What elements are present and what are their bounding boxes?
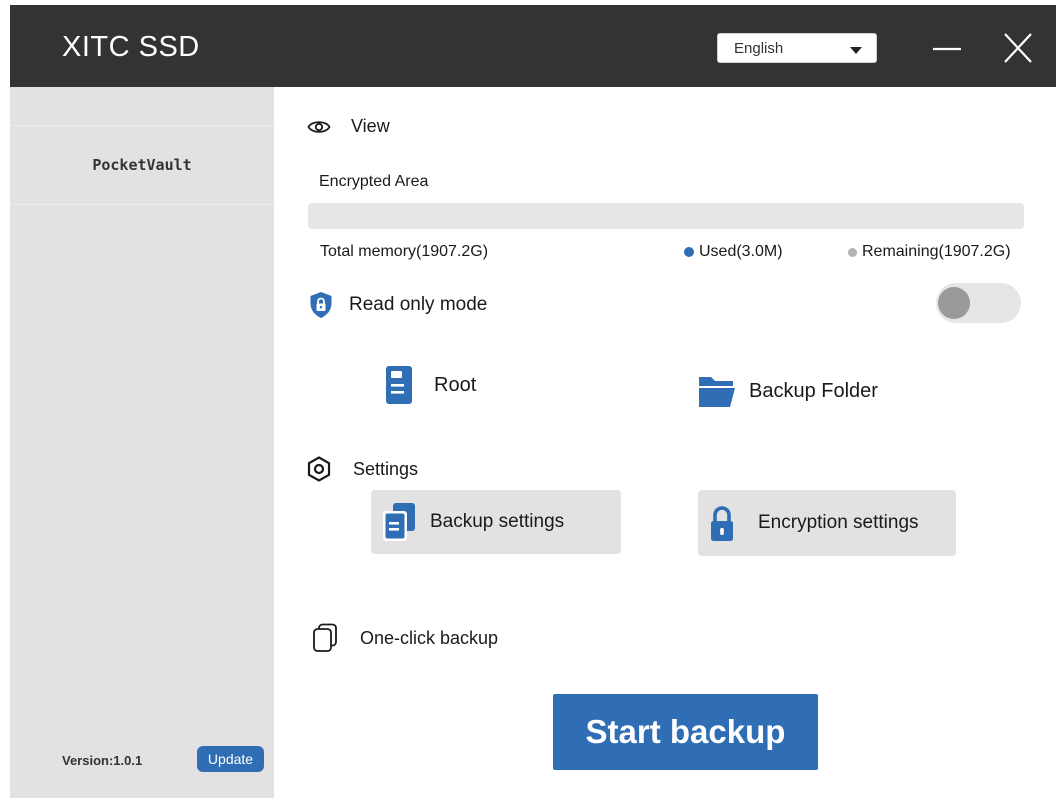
encryption-settings-button[interactable]: Encryption settings xyxy=(698,490,956,556)
remaining-label: Remaining(1907.2G) xyxy=(862,243,1011,260)
minimize-icon xyxy=(933,47,961,51)
folder-open-icon xyxy=(698,374,736,408)
one-click-backup-label: One-click backup xyxy=(360,627,499,648)
total-memory-label: Total memory(1907.2G) xyxy=(320,243,489,260)
backup-folder-label: Backup Folder xyxy=(749,379,878,402)
lock-icon xyxy=(710,504,734,542)
backup-settings-button[interactable]: Backup settings xyxy=(371,490,621,554)
read-only-label: Read only mode xyxy=(349,294,488,315)
backup-folder-link[interactable]: Backup Folder xyxy=(698,374,878,408)
storage-usage-bar xyxy=(308,203,1024,229)
start-backup-button[interactable]: Start backup xyxy=(553,694,818,770)
used-label: Used(3.0M) xyxy=(699,243,783,260)
sidebar: PocketVault Version:1.0.1 Update xyxy=(10,87,274,798)
eye-icon xyxy=(307,117,331,137)
read-only-toggle[interactable] xyxy=(936,283,1021,323)
settings-section-header: Settings xyxy=(307,456,418,482)
view-heading: View xyxy=(351,116,390,136)
encrypted-area-label: Encrypted Area xyxy=(319,173,429,190)
language-select[interactable]: English xyxy=(717,33,877,63)
shield-lock-icon xyxy=(309,291,333,319)
app-title: XITC SSD xyxy=(62,31,200,63)
view-section-header: View xyxy=(307,116,390,137)
root-link[interactable]: Root xyxy=(386,366,476,404)
close-icon xyxy=(1004,33,1032,63)
settings-heading: Settings xyxy=(353,458,419,479)
sidebar-divider xyxy=(10,204,274,205)
close-button[interactable] xyxy=(998,29,1038,69)
sidebar-divider xyxy=(10,125,274,126)
used-dot xyxy=(684,247,694,257)
root-label: Root xyxy=(434,373,477,396)
remaining-legend: Remaining(1907.2G) xyxy=(848,243,1011,261)
minimize-button[interactable] xyxy=(927,29,967,69)
update-button[interactable]: Update xyxy=(197,746,264,772)
remaining-dot xyxy=(848,247,857,257)
main-panel: View Encrypted Area Total memory(1907.2G… xyxy=(274,87,1056,798)
language-selected-value: English xyxy=(734,40,784,57)
chevron-down-icon xyxy=(850,47,862,54)
used-legend: Used(3.0M) xyxy=(684,243,783,261)
version-label: Version:1.0.1 xyxy=(62,753,143,768)
encryption-settings-label: Encryption settings xyxy=(758,512,919,533)
toggle-knob xyxy=(938,287,970,319)
copy-icon xyxy=(383,503,415,541)
device-item-pocketvault[interactable]: PocketVault xyxy=(10,156,274,174)
title-bar: XITC SSD English xyxy=(10,5,1056,87)
one-click-backup-row[interactable]: One-click backup xyxy=(312,623,498,653)
copy-outline-icon xyxy=(312,623,338,653)
hexagon-settings-icon xyxy=(307,456,331,482)
document-icon xyxy=(386,366,412,404)
read-only-row: Read only mode xyxy=(309,291,487,319)
backup-settings-label: Backup settings xyxy=(430,511,565,532)
